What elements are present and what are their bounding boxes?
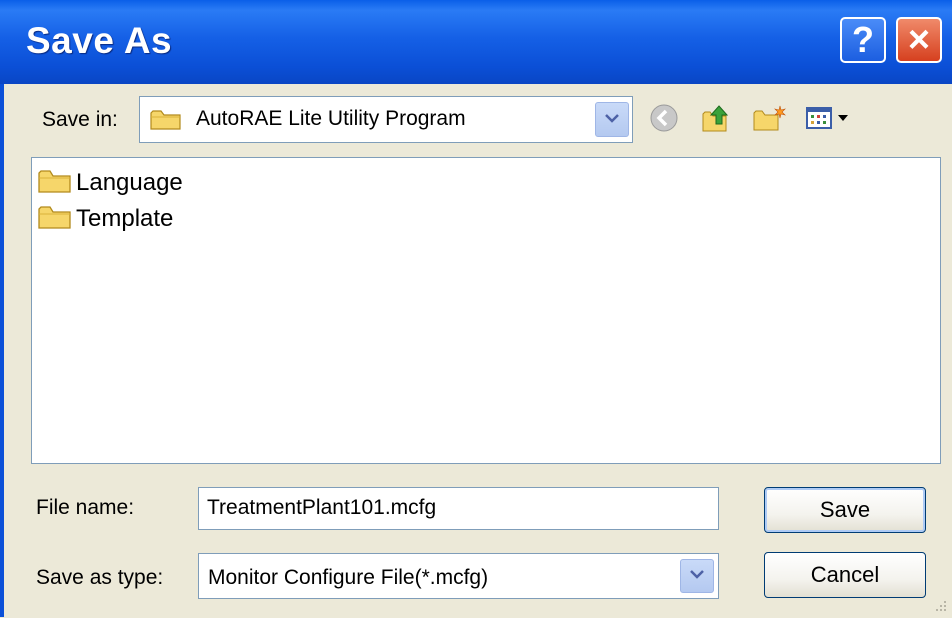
save-in-label: Save in: xyxy=(42,108,118,131)
up-folder-icon xyxy=(700,102,732,139)
file-name: Template xyxy=(76,205,174,232)
save-in-dropdown[interactable]: AutoRAE Lite Utility Program xyxy=(139,96,633,143)
save-as-type-label: Save as type: xyxy=(36,566,164,589)
list-item[interactable]: Template xyxy=(38,204,173,234)
cancel-button[interactable]: Cancel xyxy=(764,552,926,598)
window-title: Save As xyxy=(26,20,173,61)
title-bar[interactable]: Save As ? × xyxy=(0,0,952,84)
help-button[interactable]: ? xyxy=(840,17,886,63)
file-name: Language xyxy=(76,169,183,196)
back-button[interactable] xyxy=(646,100,682,140)
new-folder-button[interactable] xyxy=(750,100,790,140)
save-as-type-dropdown-button[interactable] xyxy=(680,559,714,593)
folder-icon xyxy=(150,109,182,136)
close-button[interactable]: × xyxy=(896,17,942,63)
file-list[interactable]: Language Template xyxy=(31,157,941,464)
file-name-input[interactable]: TreatmentPlant101.mcfg xyxy=(198,487,719,530)
save-in-dropdown-button[interactable] xyxy=(595,102,629,137)
folder-icon xyxy=(38,204,72,235)
save-as-type-value: Monitor Configure File(*.mcfg) xyxy=(208,566,489,589)
views-menu-button[interactable] xyxy=(805,100,859,140)
save-in-value: AutoRAE Lite Utility Program xyxy=(196,107,466,130)
back-icon xyxy=(649,103,679,138)
list-item[interactable]: Language xyxy=(38,168,183,198)
folder-icon xyxy=(38,168,72,199)
window-border xyxy=(0,84,4,617)
file-name-label: File name: xyxy=(36,496,135,519)
save-as-type-dropdown[interactable]: Monitor Configure File(*.mcfg) xyxy=(198,553,719,599)
resize-grip-icon[interactable] xyxy=(932,597,948,613)
save-button[interactable]: Save xyxy=(764,487,926,533)
chevron-down-icon xyxy=(604,111,620,129)
up-folder-button[interactable] xyxy=(698,100,734,140)
chevron-down-icon xyxy=(689,567,705,585)
views-menu-icon xyxy=(805,104,859,137)
new-folder-icon xyxy=(752,103,788,138)
